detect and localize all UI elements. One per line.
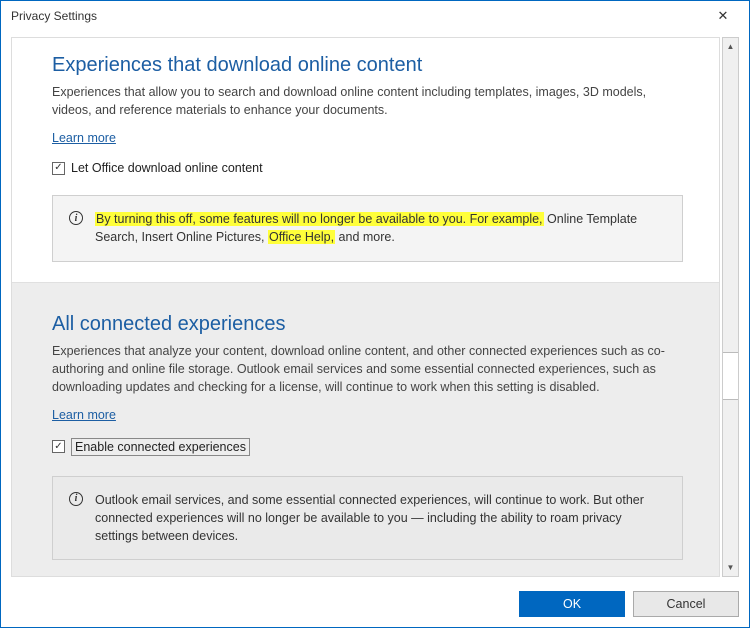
section1-description: Experiences that allow you to search and… [52, 83, 683, 119]
close-icon[interactable]: ✕ [705, 2, 741, 30]
window-title: Privacy Settings [11, 9, 705, 23]
section-download-content: Experiences that download online content… [12, 38, 719, 282]
scroll-down-icon[interactable]: ▼ [723, 559, 738, 576]
section2-learn-more[interactable]: Learn more [52, 408, 116, 422]
section2-description: Experiences that analyze your content, d… [52, 342, 683, 396]
titlebar: Privacy Settings ✕ [1, 1, 749, 31]
section1-info-box: i By turning this off, some features wil… [52, 195, 683, 261]
ok-button[interactable]: OK [519, 591, 625, 617]
section1-checkbox-row[interactable]: Let Office download online content [52, 161, 683, 175]
vertical-scrollbar[interactable]: ▲ ▼ [722, 37, 739, 577]
section-connected-experiences: All connected experiences Experiences th… [12, 282, 719, 578]
section2-checkbox-label: Enable connected experiences [71, 438, 250, 456]
section2-info-text: Outlook email services, and some essenti… [95, 491, 666, 545]
content-area: Experiences that download online content… [1, 31, 749, 583]
section2-checkbox-row[interactable]: Enable connected experiences [52, 438, 683, 456]
section1-learn-more[interactable]: Learn more [52, 131, 116, 145]
dialog-footer: OK Cancel [1, 583, 749, 625]
section1-heading: Experiences that download online content [52, 54, 683, 77]
highlight-2: Office Help, [268, 230, 335, 244]
section1-info-text: By turning this off, some features will … [95, 210, 666, 246]
scroll-thumb[interactable] [723, 352, 738, 400]
highlight-1: By turning this off, some features will … [95, 212, 544, 226]
scroll-up-icon[interactable]: ▲ [723, 38, 738, 55]
info-icon: i [69, 211, 83, 225]
scroll-content: Experiences that download online content… [11, 37, 720, 577]
section2-heading: All connected experiences [52, 313, 683, 336]
section2-info-box: i Outlook email services, and some essen… [52, 476, 683, 560]
info-icon: i [69, 492, 83, 506]
checkbox-icon[interactable] [52, 440, 65, 453]
section1-checkbox-label: Let Office download online content [71, 161, 263, 175]
checkbox-icon[interactable] [52, 162, 65, 175]
cancel-button[interactable]: Cancel [633, 591, 739, 617]
